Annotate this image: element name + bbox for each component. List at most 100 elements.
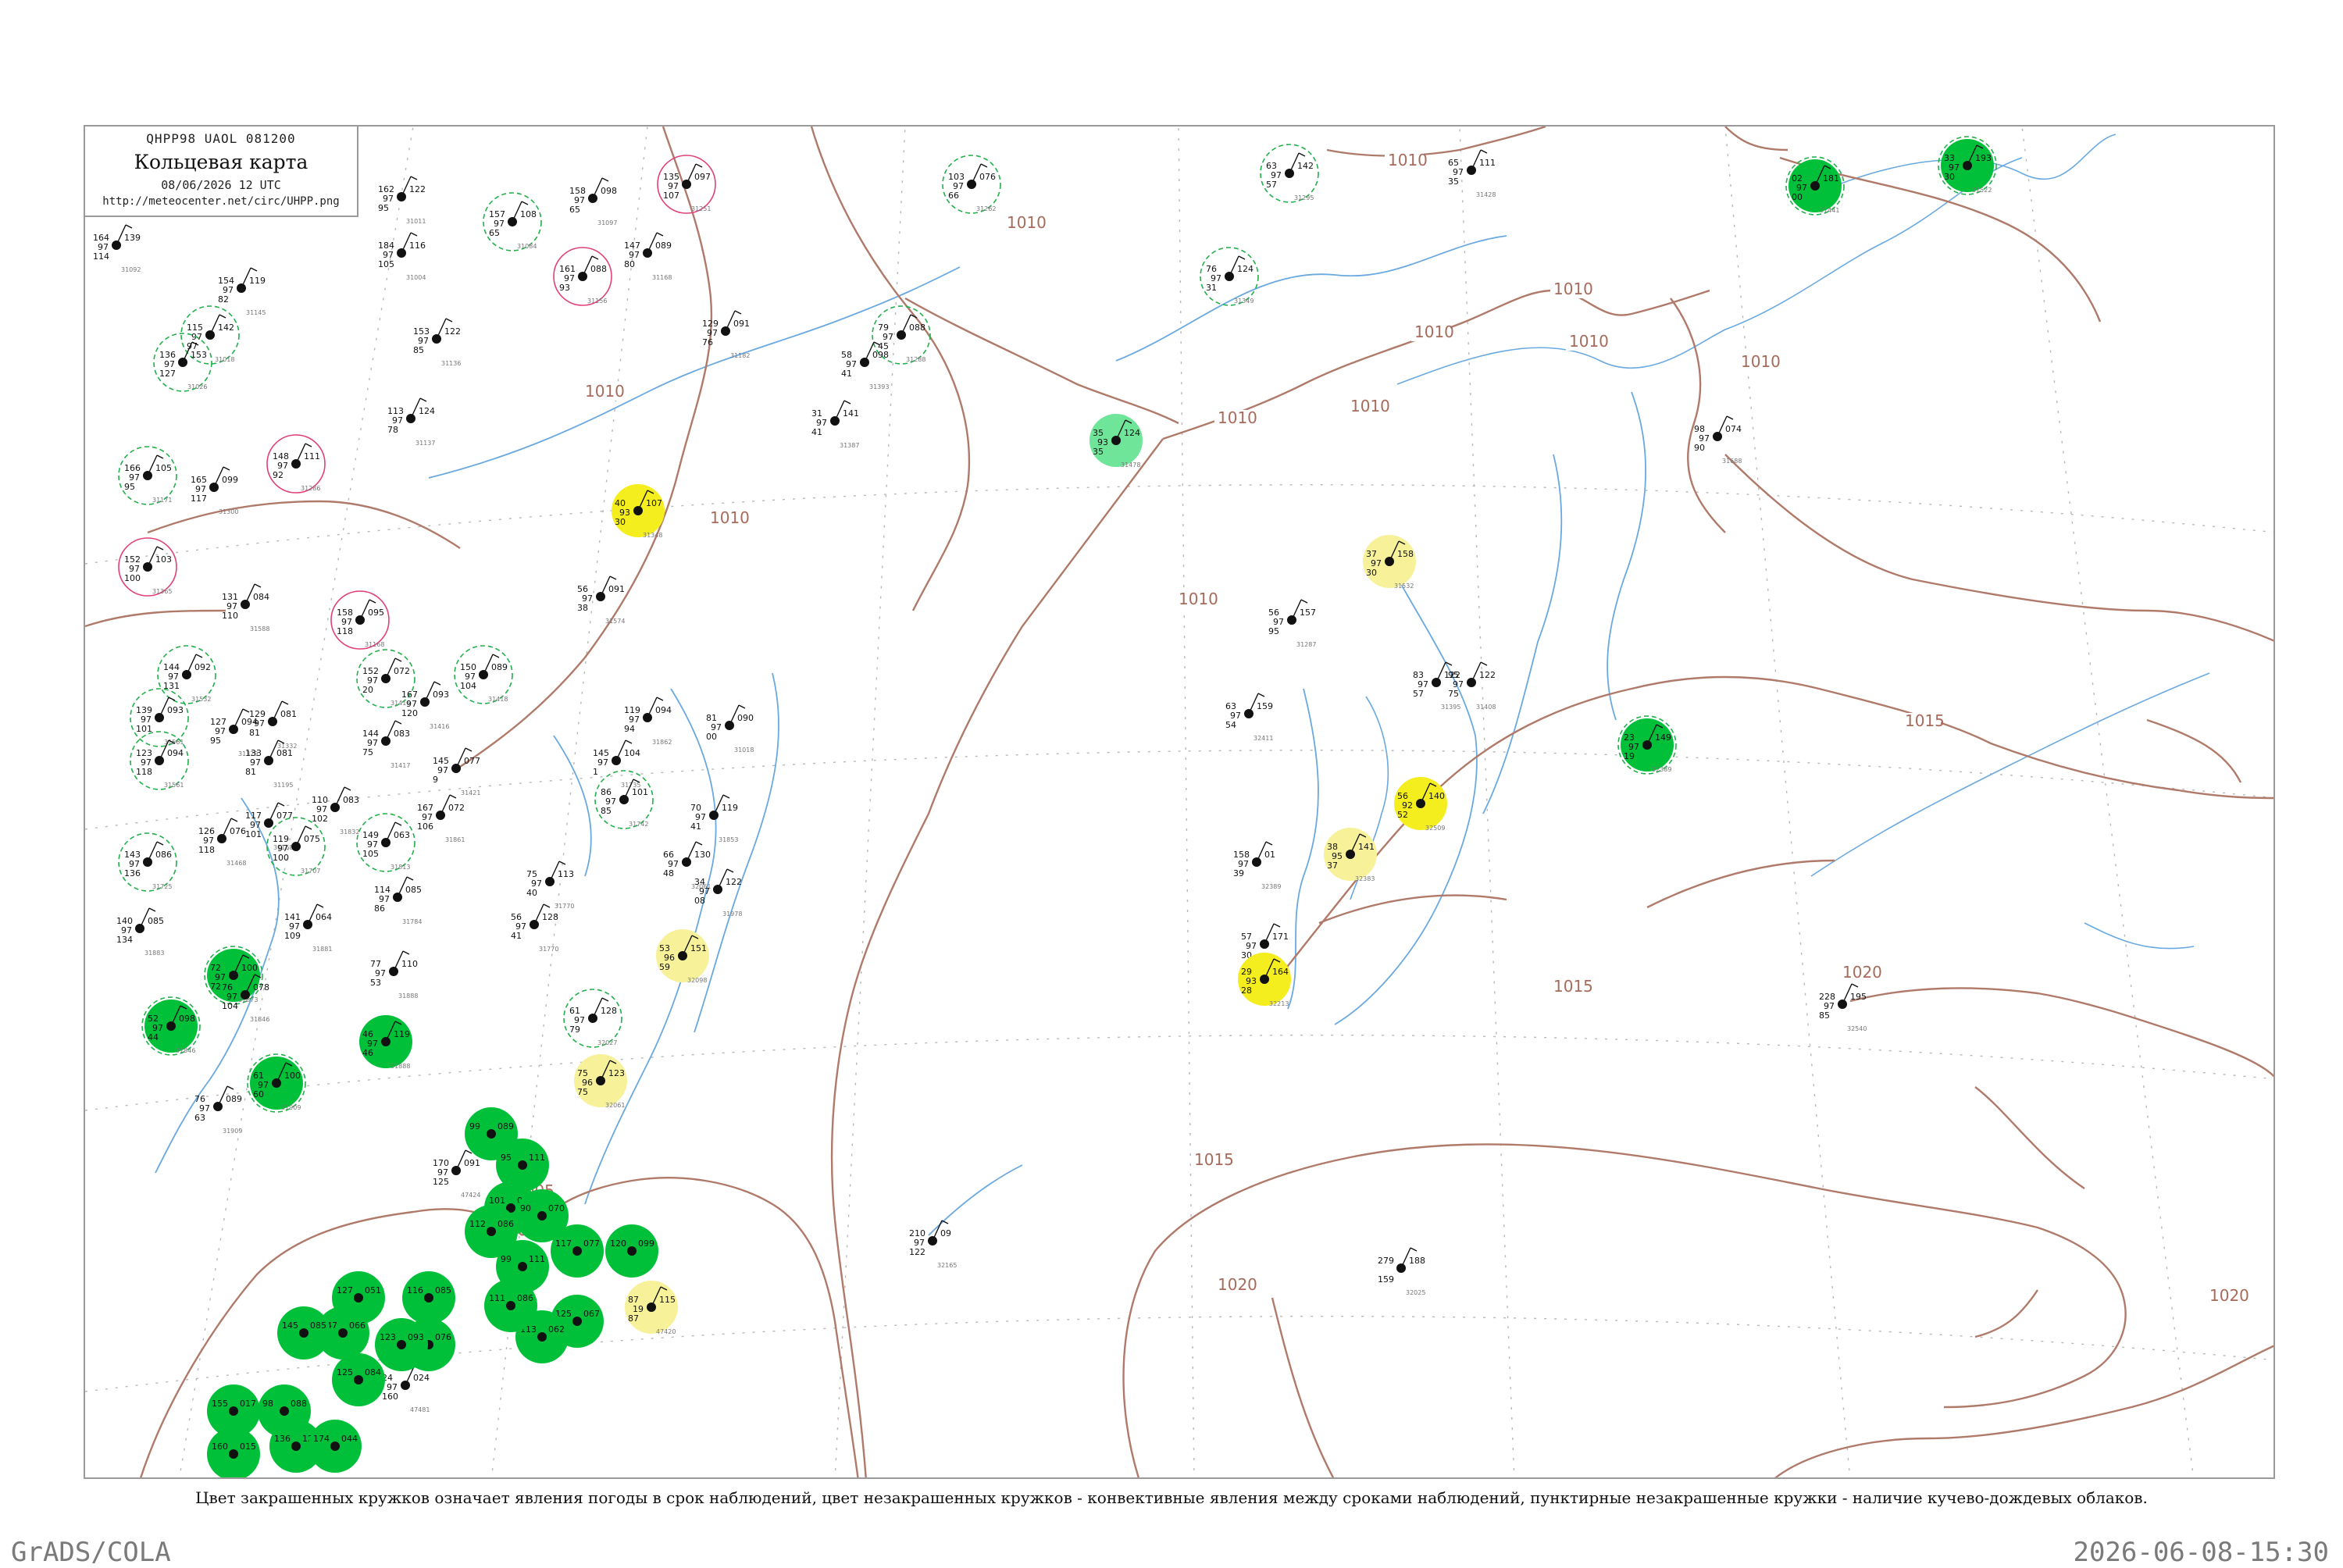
station-plot[interactable]: 150 0899710431418 [454, 645, 513, 704]
station-plot[interactable]: 35 124933531478 [1089, 414, 1143, 469]
rain-station-plot[interactable]: 160 015 [207, 1427, 260, 1479]
station-plot[interactable]: 136 1539712731026 [153, 333, 212, 392]
station-plot[interactable]: 164 1399711431092 [93, 224, 141, 273]
station-plot[interactable]: 149 0639710531813 [356, 813, 415, 872]
station-plot[interactable]: 63 142975731295 [1260, 144, 1319, 203]
station-plot[interactable]: 161 088979331156 [553, 247, 612, 306]
station-plot[interactable]: 29 164932832213 [1238, 953, 1291, 1007]
station-plot[interactable]: 139 0939710131561 [130, 688, 189, 747]
station-plot[interactable]: 77 110975331888 [370, 950, 418, 1000]
station-plot[interactable]: 02 181970031441 [1785, 156, 1845, 216]
wind-barb-feather-icon [394, 720, 402, 725]
station-plot[interactable]: 184 1169710531004 [378, 232, 426, 281]
station-plot[interactable]: 140 0859713431883 [116, 907, 164, 957]
station-plot[interactable]: 167 0729710631861 [417, 794, 465, 843]
rain-station-plot[interactable]: 111 086 [484, 1279, 537, 1332]
station-dewpoint: 85 [413, 345, 424, 355]
station-index: 31770 [555, 903, 574, 910]
station-plot[interactable]: 63 159975432411 [1225, 693, 1273, 742]
cloud-cover-icon [572, 1317, 582, 1326]
station-plot[interactable]: 76 089976331909 [194, 1085, 242, 1135]
station-plot[interactable]: 56 140925232509 [1394, 777, 1447, 832]
wind-barb-feather-icon [738, 704, 746, 709]
station-dewpoint: 82 [218, 294, 229, 305]
station-plot[interactable]: 31 141974131387 [811, 400, 859, 449]
station-plot[interactable]: 145 07797931421 [433, 747, 480, 796]
station-plot[interactable]: 75 113974031770 [526, 861, 574, 910]
station-plot[interactable]: 133 081978131195 [245, 739, 293, 789]
station-plot[interactable]: 170 0919712547424 [433, 1149, 480, 1199]
station-plot[interactable]: 56 128974131770 [511, 903, 558, 953]
station-pressure: 094 [655, 705, 672, 715]
station-plot[interactable]: 58 098974131393 [841, 341, 889, 390]
station-plot[interactable]: 61 100976031909 [247, 1053, 306, 1113]
station-plot[interactable]: 162 122979531011 [378, 176, 426, 225]
station-plot[interactable]: 56 091973831574 [577, 576, 625, 625]
station-plot[interactable]: 110 0839710231832 [312, 786, 359, 836]
station-plot[interactable]: 75 123967532061 [574, 1054, 627, 1109]
station-plot[interactable]: 123 0949711831561 [130, 731, 189, 790]
rain-station-plot[interactable]: 123 093 [375, 1318, 428, 1371]
station-plot[interactable]: 46 119974631888 [359, 1015, 412, 1070]
station-plot[interactable]: 114 085978631784 [374, 876, 422, 925]
station-plot[interactable]: 210 099712232165 [909, 1220, 957, 1269]
station-plot[interactable]: 33 193973031522 [1938, 136, 1997, 195]
wind-barb-feather-icon [148, 907, 156, 912]
station-plot[interactable]: 14510497131735 [593, 739, 640, 789]
rain-station-plot[interactable]: 117 077 [551, 1224, 604, 1278]
station-pressure: 100 [284, 1071, 301, 1081]
station-plot[interactable]: 279 188 159 32025 [1378, 1247, 1425, 1296]
station-plot[interactable]: 166 105979531171 [118, 446, 177, 505]
station-plot[interactable]: 98 074979031688 [1694, 415, 1742, 465]
station-plot[interactable]: 228 195978532540 [1819, 983, 1867, 1032]
station-plot[interactable]: 131 0849711031588 [222, 583, 269, 633]
station-plot[interactable]: 24 0249716047481 [382, 1364, 430, 1413]
station-plot[interactable]: 154 119978231145 [218, 267, 266, 316]
station-plot[interactable]: 141 0649710931881 [284, 903, 332, 953]
station-temperature: 101 [489, 1196, 505, 1206]
station-plot[interactable]: 65 111973531428 [1448, 149, 1496, 198]
station-plot[interactable]: 61 128977932027 [563, 989, 622, 1048]
cloud-cover-icon [330, 1441, 340, 1451]
station-pressure: 092 [194, 662, 211, 672]
rain-station-plot[interactable]: 174 044 [308, 1420, 362, 1473]
station-plot[interactable]: 158 01973932389 [1233, 841, 1281, 890]
station-plot[interactable]: 144 083977531417 [362, 720, 410, 769]
station-plot[interactable]: 126 0769711831468 [198, 818, 246, 867]
station-plot[interactable]: 76 124973131349 [1200, 247, 1259, 306]
station-plot[interactable]: 53 151965932098 [656, 929, 709, 984]
station-plot[interactable]: 144 0929713131532 [157, 645, 216, 704]
station-plot[interactable]: 153 122978531136 [413, 318, 461, 367]
rain-station-plot[interactable]: 116 085 [402, 1271, 455, 1324]
station-plot[interactable]: 148 111979231286 [266, 434, 326, 494]
station-plot[interactable]: 40 107933031348 [612, 484, 665, 539]
station-pressure: 105 [155, 463, 172, 473]
station-plot[interactable]: 165 0999711731300 [191, 466, 238, 515]
station-plot[interactable]: 167 0939712031416 [401, 681, 449, 730]
station-plot[interactable]: 135 0979710731251 [657, 155, 716, 214]
rain-station-plot[interactable]: 125 084 [332, 1353, 385, 1406]
station-plot[interactable]: 23 149971932389 [1617, 715, 1677, 775]
rain-station-plot[interactable]: 145 085 [277, 1306, 330, 1360]
station-plot[interactable]: 38 141953732383 [1324, 828, 1377, 882]
station-plot[interactable]: 157 108976531084 [483, 192, 542, 251]
station-plot[interactable]: 37 158973031532 [1363, 535, 1416, 590]
rain-station-plot[interactable]: 120 099 [605, 1224, 658, 1278]
station-plot[interactable]: 113 124977831137 [387, 397, 435, 447]
station-plot[interactable]: 119 094979431862 [624, 697, 672, 746]
station-plot[interactable]: 87 115198747420 [625, 1281, 678, 1335]
station-plot[interactable]: 129 081978131332 [249, 700, 297, 750]
source-url[interactable]: http://meteocenter.net/circ/UHPP.png [85, 195, 357, 208]
station-plot[interactable]: 52 098974431846 [141, 996, 201, 1056]
station-plot[interactable]: 147 089978031168 [624, 232, 672, 281]
station-plot[interactable]: 103 076976631262 [942, 155, 1001, 214]
station-plot[interactable]: 143 0869713631725 [118, 832, 177, 892]
station-plot[interactable]: 158 098976531097 [569, 177, 617, 226]
isobar-label: 1010 [1569, 332, 1609, 351]
station-plot[interactable]: 158 0959711831168 [330, 590, 390, 650]
station-plot[interactable]: 56 157979531287 [1268, 599, 1316, 648]
station-dewpoint: 101 [245, 829, 262, 839]
station-plot[interactable]: 152 1039710031365 [118, 537, 177, 597]
station-plot[interactable]: 81 090970031018 [706, 704, 754, 754]
station-plot[interactable]: 86 101978531742 [594, 770, 654, 829]
